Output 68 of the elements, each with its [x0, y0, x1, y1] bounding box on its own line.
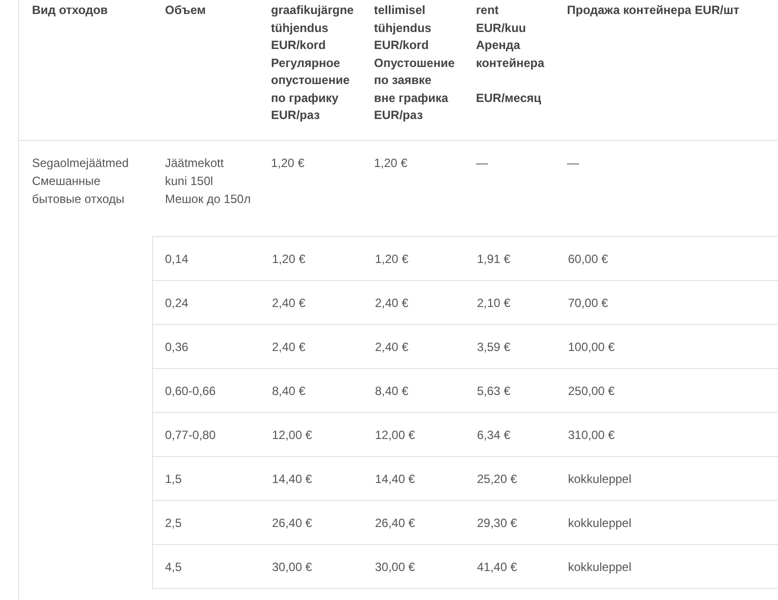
- column-header-text: rent: [476, 2, 500, 19]
- column-header-text: опустошение: [271, 72, 351, 89]
- table-cell: 26,40 €: [272, 516, 312, 530]
- table-cell: kokkuleppel: [568, 472, 632, 486]
- table-cell: 3,59 €: [477, 340, 510, 354]
- table-cell: 0,14: [165, 252, 188, 266]
- column-header-text: вне графика: [374, 90, 450, 106]
- column-header-text: tellimisel: [374, 2, 426, 19]
- column-header-text: Регулярное: [271, 54, 342, 72]
- table-cell: 2,40 €: [272, 340, 306, 354]
- table-cell: 1,20 €: [272, 252, 306, 266]
- table-cell: 8,40 €: [272, 384, 306, 398]
- table-cell: —: [567, 156, 579, 170]
- table-cell: 1,5: [165, 472, 182, 486]
- column-header-text: EUR/раз: [374, 107, 424, 124]
- column-header-text: EUR/kord: [271, 37, 327, 54]
- table-cell: 25,20 €: [477, 472, 518, 486]
- column-header-text: EUR/kuu: [476, 20, 528, 36]
- table-cell: 29,30 €: [477, 516, 518, 530]
- table-cell: 0,77-0,80: [165, 428, 216, 442]
- column-header-text: EUR/месяц: [476, 90, 542, 106]
- column-header-text: Опустошение: [374, 54, 456, 72]
- table-cell: Segaolmejäätmed Смешанные бытовые отходы: [32, 156, 129, 206]
- table-cell: 0,60-0,66: [165, 384, 216, 398]
- table-cell: 1,20 €: [375, 252, 408, 266]
- column-header-text: по графику: [271, 90, 340, 106]
- column-header-text: Продажа контейнера EUR/шт: [567, 2, 740, 19]
- table-cell: 2,10 €: [477, 296, 510, 310]
- table-cell: 6,34 €: [477, 428, 510, 442]
- table-cell: 2,40 €: [375, 296, 408, 310]
- table-cell: 2,40 €: [375, 340, 408, 354]
- table-cell: 1,91 €: [477, 252, 510, 266]
- table-cell: kokkuleppel: [568, 516, 632, 530]
- table-cell: 60,00 €: [568, 252, 608, 266]
- table-cell: 0,24: [165, 296, 188, 310]
- column-header-text: по заявке: [374, 72, 432, 89]
- column-header-text: graafikujärgne: [271, 2, 355, 19]
- column-header-text: EUR/kord: [374, 37, 430, 54]
- table-cell: 2,5: [165, 516, 182, 530]
- column-header-text: контейнера: [476, 54, 546, 72]
- column-header-text: Вид отходов: [32, 2, 109, 19]
- table-cell: 12,00 €: [375, 428, 416, 442]
- table-cell: 0,36: [165, 340, 188, 354]
- table-cell: 26,40 €: [375, 516, 416, 530]
- column-header-text: tühjendus: [271, 20, 330, 36]
- table-cell: 41,40 €: [477, 560, 518, 574]
- table-cell: 30,00 €: [272, 560, 312, 574]
- table-cell: 1,20 €: [374, 156, 408, 170]
- table-cell: 14,40 €: [375, 472, 416, 486]
- table-cell: 4,5: [165, 560, 182, 574]
- column-header-text: Аренда: [476, 37, 522, 54]
- table-cell: 14,40 €: [272, 472, 312, 486]
- table-cell: kokkuleppel: [568, 560, 632, 574]
- table-cell: 5,63 €: [477, 384, 510, 398]
- table-cell: —: [476, 156, 488, 170]
- table-cell: 12,00 €: [272, 428, 312, 442]
- table-cell: Jäätmekott kuni 150l Мешок до 150л: [165, 156, 251, 206]
- column-header-text: Объем: [165, 2, 207, 19]
- table-cell: 250,00 €: [568, 384, 615, 398]
- table-cell: 1,20 €: [271, 156, 304, 170]
- column-header-text: tühjendus: [374, 20, 432, 36]
- table-cell: 30,00 €: [375, 560, 416, 574]
- table-cell: 2,40 €: [272, 296, 306, 310]
- table-cell: 310,00 €: [568, 428, 615, 442]
- table-cell: 100,00 €: [568, 340, 615, 354]
- table-cell: 70,00 €: [568, 296, 608, 310]
- column-header-text: EUR/раз: [271, 107, 321, 124]
- table-cell: 8,40 €: [375, 384, 408, 398]
